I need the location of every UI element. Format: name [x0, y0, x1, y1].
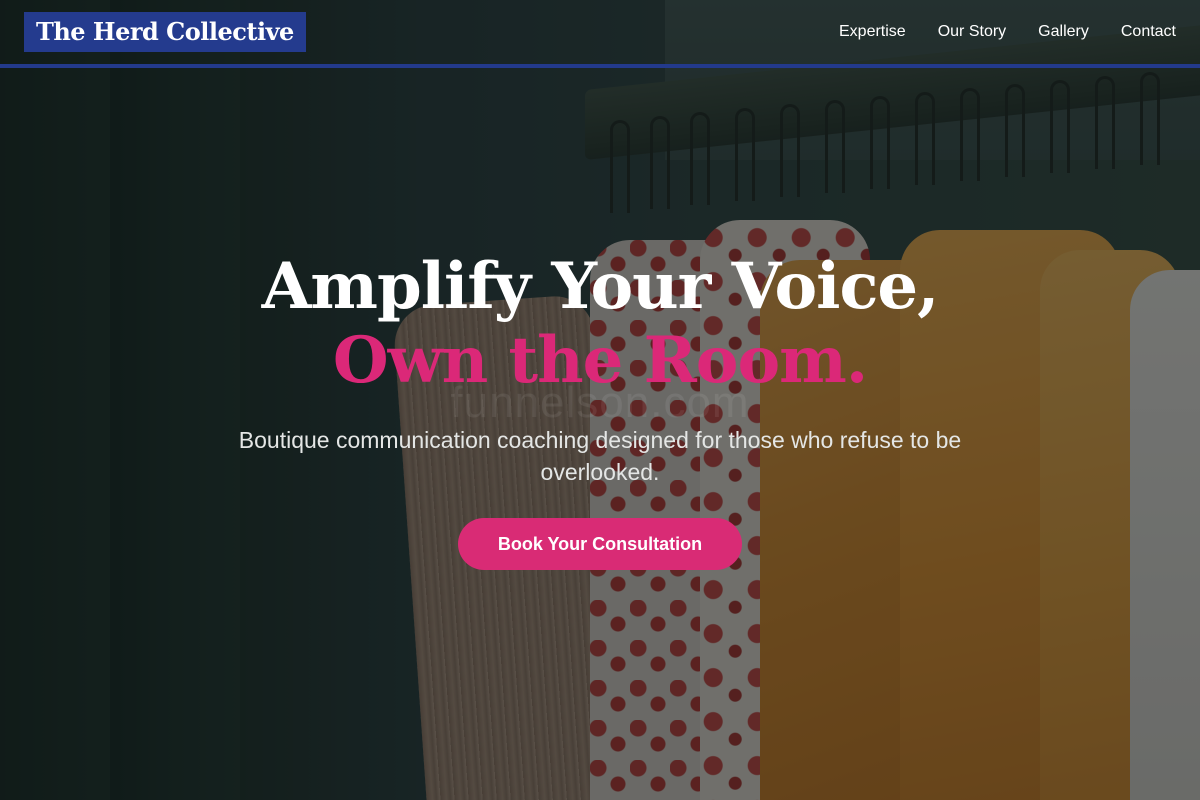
hero-tagline: Boutique communication coaching designed…: [238, 427, 962, 485]
headline-line-1: Amplify Your Voice,: [261, 249, 940, 324]
nav-link-contact[interactable]: Contact: [1121, 20, 1176, 44]
main-nav: Expertise Our Story Gallery Contact: [839, 20, 1176, 44]
nav-link-expertise[interactable]: Expertise: [839, 20, 906, 44]
hero-section: Amplify Your Voice, Own the Room. Boutiq…: [0, 250, 1200, 570]
nav-link-gallery[interactable]: Gallery: [1038, 20, 1089, 44]
site-header: The Herd Collective Expertise Our Story …: [0, 0, 1200, 68]
brand-logo[interactable]: The Herd Collective: [24, 12, 306, 52]
headline-line-2: Own the Room.: [332, 323, 868, 398]
hero-headline: Amplify Your Voice, Own the Room.: [0, 250, 1200, 398]
page: The Herd Collective Expertise Our Story …: [0, 0, 1200, 800]
nav-link-our-story[interactable]: Our Story: [938, 20, 1006, 44]
book-consultation-button[interactable]: Book Your Consultation: [457, 518, 743, 570]
